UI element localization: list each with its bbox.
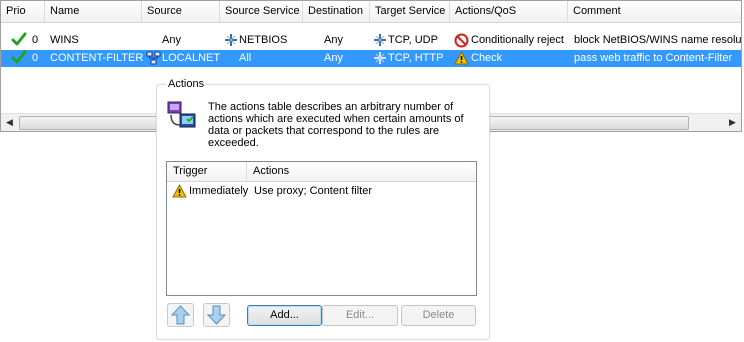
actions-table-header: Trigger Actions — [167, 162, 476, 182]
rule-comment: pass web traffic to Content-Filter — [574, 52, 733, 64]
column-header-actions-qos[interactable]: Actions/QoS — [450, 1, 568, 22]
rule-comment: block NetBIOS/WINS name resolu — [574, 34, 741, 46]
rule-name: WINS — [50, 34, 79, 46]
rule-source-service: All — [239, 52, 252, 64]
warning-icon — [172, 183, 187, 200]
move-down-button[interactable] — [203, 303, 230, 327]
actions-table[interactable]: Trigger Actions Immediately Use proxy; C… — [166, 161, 477, 296]
rule-destination: Any — [324, 34, 343, 46]
column-header-trigger[interactable]: Trigger — [167, 162, 247, 181]
rule-target-service: TCP, HTTP — [388, 52, 444, 64]
rule-name: CONTENT-FILTER — [50, 52, 144, 64]
arrow-up-icon — [170, 305, 191, 325]
column-header-source[interactable]: Source — [142, 1, 220, 22]
actions-description: The actions table describes an arbitrary… — [208, 101, 464, 149]
rule-action: Check — [471, 52, 503, 64]
rule-prio: 0 — [32, 34, 39, 46]
action-actions: Use proxy; Content filter — [254, 185, 372, 197]
actions-group-title: Actions — [166, 78, 207, 90]
column-header-target-service[interactable]: Target Service — [370, 1, 450, 22]
check-icon — [11, 49, 27, 66]
edit-button[interactable]: Edit... — [322, 305, 398, 326]
column-header-source-service[interactable]: Source Service — [220, 1, 303, 22]
rules-table-header: Prio Name Source Source Service Destinat… — [1, 1, 741, 23]
actions-icon — [167, 101, 197, 134]
column-header-prio[interactable]: Prio — [1, 1, 45, 22]
network-icon — [146, 50, 161, 67]
rule-action: Conditionally reject — [471, 34, 564, 46]
column-header-name[interactable]: Name — [45, 1, 142, 22]
table-row-selected[interactable]: 0 CONTENT-FILTER LOCALNET All Any TCP, H… — [1, 50, 741, 67]
rule-source: LOCALNET — [162, 52, 221, 64]
column-header-comment[interactable]: Comment — [568, 1, 741, 22]
rule-destination: Any — [324, 52, 343, 64]
rule-source: Any — [162, 34, 181, 46]
service-icon — [373, 50, 387, 67]
rule-target-service: TCP, UDP — [388, 34, 438, 46]
column-header-destination[interactable]: Destination — [303, 1, 370, 22]
table-row[interactable]: Immediately Use proxy; Content filter — [167, 183, 476, 200]
check-icon — [11, 31, 27, 48]
arrow-down-icon — [206, 305, 227, 325]
action-trigger: Immediately — [189, 185, 249, 197]
table-row[interactable]: 0 WINS Any NETBIOS Any TCP, UDP Conditio… — [1, 32, 741, 49]
reject-icon — [454, 32, 469, 49]
service-icon — [224, 32, 238, 49]
delete-button[interactable]: Delete — [401, 305, 476, 326]
rule-prio: 0 — [32, 52, 39, 64]
add-button[interactable]: Add... — [247, 305, 322, 326]
warning-icon — [454, 50, 469, 67]
move-up-button[interactable] — [167, 303, 194, 327]
service-icon — [373, 32, 387, 49]
scroll-right-icon[interactable]: ▶ — [724, 114, 741, 131]
rule-source-service: NETBIOS — [239, 34, 288, 46]
column-header-actions[interactable]: Actions — [247, 162, 476, 181]
scroll-left-icon[interactable]: ◀ — [1, 114, 18, 131]
